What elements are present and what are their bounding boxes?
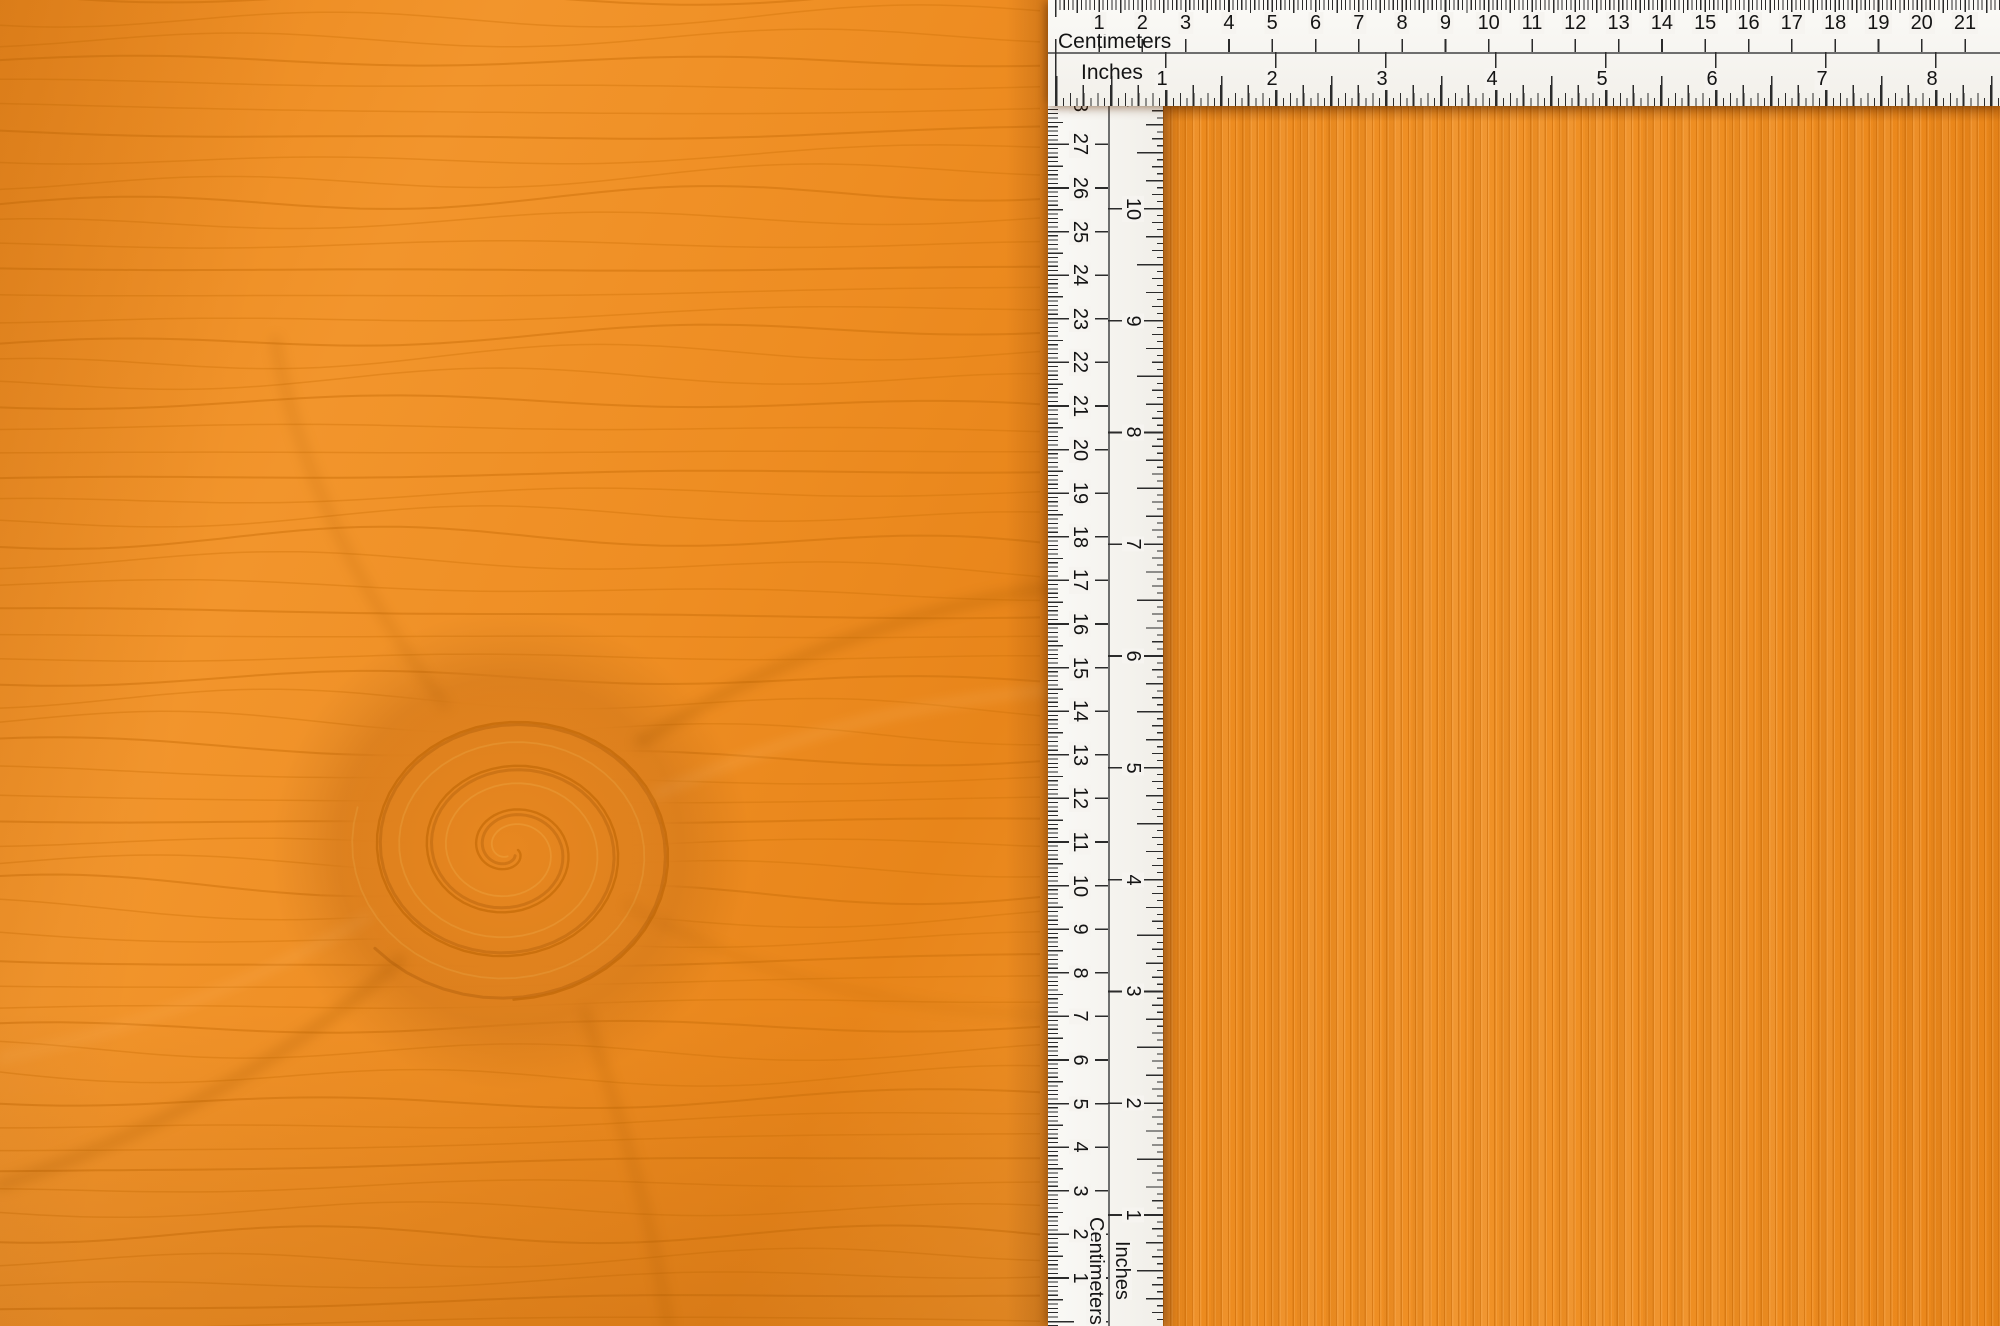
top-cm-number: 1: [1091, 12, 1107, 34]
top-inch-number: 3: [1374, 68, 1390, 90]
left-cm-number: 16: [1069, 610, 1091, 638]
top-inch-number: 5: [1594, 68, 1610, 90]
top-cm-number: 11: [1519, 12, 1545, 34]
top-cm-number: 17: [1778, 12, 1805, 34]
top-cm-number: 16: [1735, 12, 1762, 34]
left-inch-number: 7: [1122, 536, 1144, 552]
left-inch-number: 3: [1122, 983, 1144, 999]
left-cm-number: 25: [1069, 218, 1091, 245]
top-cm-number: 2: [1134, 12, 1150, 34]
top-cm-number: 14: [1648, 12, 1676, 34]
left-cm-number: 27: [1069, 131, 1091, 158]
top-ruler-centimeters-label: Centimeters: [1058, 30, 1172, 53]
fabric-swirl-texture: [0, 0, 1048, 1326]
left-cm-number: 10: [1069, 872, 1091, 899]
top-cm-number: 20: [1908, 12, 1935, 34]
left-cm-number: 1: [1069, 1270, 1091, 1286]
left-cm-number: 17: [1069, 567, 1091, 594]
left-ruler-inches-label: Inches: [1111, 1241, 1133, 1300]
top-inch-number: 8: [1924, 68, 1940, 90]
left-cm-number: 20: [1069, 436, 1091, 463]
top-cm-number: 9: [1437, 12, 1453, 34]
left-inch-number: 11: [1122, 106, 1144, 110]
top-inch-number: 1: [1154, 68, 1170, 90]
left-inch-number: 4: [1122, 872, 1144, 888]
left-cm-number: 15: [1069, 654, 1091, 681]
left-cm-number: 7: [1069, 1008, 1091, 1024]
left-cm-number: 24: [1069, 262, 1091, 289]
top-cm-number: 13: [1605, 12, 1632, 34]
left-cm-number: 23: [1069, 305, 1091, 332]
left-cm-number: 9: [1069, 921, 1091, 937]
left-cm-number: 26: [1069, 174, 1091, 202]
top-cm-number: 19: [1865, 12, 1892, 34]
left-ruler-centimeter-scale: Centimeters 2827262524232221201918171615…: [1048, 106, 1108, 1326]
left-inch-number: 6: [1122, 648, 1144, 664]
top-inch-number: 7: [1814, 68, 1830, 90]
top-cm-number: 10: [1475, 12, 1502, 34]
top-inch-number: 2: [1264, 68, 1280, 90]
left-inch-number: 10: [1122, 195, 1144, 222]
left-cm-number: 6: [1069, 1052, 1091, 1068]
left-cm-number: 28: [1069, 106, 1091, 114]
fabric-product-photo: Centimeters 1 2 3 4 5 6 7 8 9 10 11 12 13 14 15 16 17 18 1…: [0, 0, 2000, 1326]
top-ruler-inches-label: Inches: [1081, 61, 1143, 84]
top-ruler-centimeter-scale: Centimeters 1 2 3 4 5 6 7 8 9 10 11 12 13 14 15 16 17 18 1…: [1048, 0, 2000, 52]
left-cm-number: 12: [1069, 785, 1091, 812]
left-cm-number: 11: [1069, 829, 1091, 855]
left-inch-number: 8: [1122, 424, 1144, 440]
top-cm-number: 12: [1562, 12, 1589, 34]
top-cm-number: 21: [1951, 12, 1979, 34]
left-cm-number: 5: [1069, 1096, 1091, 1112]
top-inch-number: 6: [1704, 68, 1720, 90]
top-cm-number: 5: [1264, 12, 1280, 34]
left-cm-number: 14: [1069, 698, 1091, 725]
left-inch-number: 9: [1122, 313, 1144, 329]
left-cm-number: 13: [1069, 741, 1091, 768]
top-cm-number: 8: [1394, 12, 1410, 34]
top-ruler-inch-scale: Inches 1 2 3 4 5 6 7 8: [1048, 52, 2000, 106]
left-cm-number: 8: [1069, 965, 1091, 981]
top-ruler: Centimeters 1 2 3 4 5 6 7 8 9 10 11 12 13 14 15 16 17 18 1…: [1048, 0, 2000, 106]
top-cm-number: 3: [1178, 12, 1194, 34]
flat-fabric-panel: [1163, 106, 2000, 1326]
left-cm-number: 21: [1069, 392, 1091, 420]
left-cm-number: 3: [1069, 1183, 1091, 1199]
left-cm-number: 18: [1069, 523, 1091, 550]
left-cm-number: 4: [1069, 1139, 1091, 1155]
left-ruler-inch-scale: Inches 11 10 9 8 7 6 5 4 3 2 1: [1108, 106, 1163, 1326]
top-inch-number: 4: [1484, 68, 1500, 90]
left-ruler: Centimeters 2827262524232221201918171615…: [1048, 106, 1163, 1326]
top-cm-number: 6: [1307, 12, 1324, 34]
left-cm-number: 2: [1069, 1226, 1091, 1242]
left-inch-number: 1: [1122, 1207, 1144, 1223]
top-cm-number: 7: [1351, 12, 1367, 34]
left-inch-number: 5: [1122, 760, 1144, 776]
draped-fabric-panel: [0, 0, 1048, 1326]
left-cm-number: 22: [1069, 349, 1091, 376]
top-cm-number: 4: [1221, 12, 1237, 34]
left-inch-number: 2: [1122, 1095, 1144, 1111]
top-cm-number: 18: [1821, 12, 1849, 34]
left-cm-number: 19: [1069, 480, 1091, 507]
top-cm-number: 15: [1692, 12, 1719, 34]
